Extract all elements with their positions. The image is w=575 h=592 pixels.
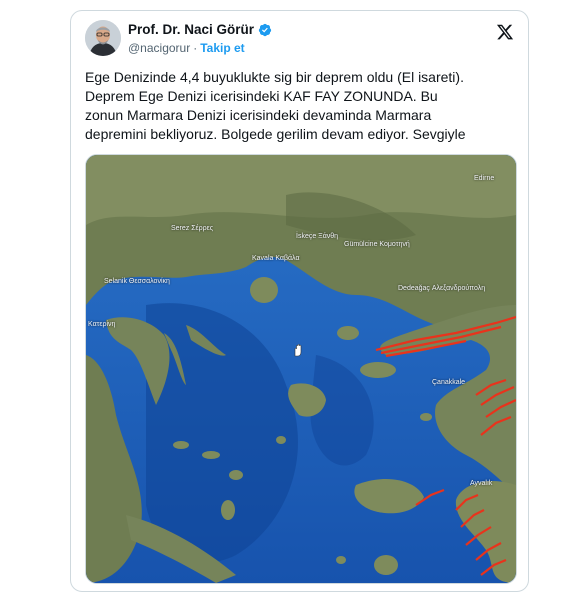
author-handle[interactable]: @nacigorur — [128, 41, 190, 55]
aegean-map — [86, 155, 516, 583]
avatar[interactable] — [85, 20, 121, 56]
map-label-serez: Serez Σέρρες — [171, 225, 214, 232]
map-label-canakkale: Çanakkale — [432, 379, 466, 386]
tweet-text: Ege Denizinde 4,4 buyuklukte sig bir dep… — [85, 69, 466, 142]
tweet-card: Prof. Dr. Naci Görür @nacigorur · Takip … — [70, 10, 529, 592]
map-label-selanik: Selanik Θεσσαλονίκη — [104, 278, 170, 285]
tweet-media-map[interactable]: Edirne Serez Σέρρες İskeçe Ξάνθη Gümülci… — [85, 154, 517, 584]
avatar-photo — [85, 20, 121, 56]
map-label-iskece: İskeçe Ξάνθη — [296, 233, 339, 240]
author-row: Prof. Dr. Naci Görür — [128, 22, 272, 37]
handle-row: @nacigorur · Takip et — [128, 41, 245, 55]
map-label-kavala: Kavala Καβάλα — [252, 255, 300, 262]
hand-icon — [294, 343, 302, 357]
map-label-edirne: Edirne — [474, 175, 495, 182]
map-label-katerini: Κατερίνη — [88, 321, 116, 328]
follow-button[interactable]: Takip et — [200, 41, 244, 55]
map-label-gumulcine: Gümülcine Κομοτηνή — [344, 241, 410, 248]
map-label-dedeagac: Dedeağaç Αλεξανδρούπολη — [398, 285, 486, 292]
x-logo-icon[interactable] — [496, 23, 514, 41]
map-label-ayvalik: Ayvalık — [470, 480, 493, 487]
separator-dot: · — [193, 41, 198, 55]
author-name[interactable]: Prof. Dr. Naci Görür — [128, 22, 254, 37]
verified-badge-icon — [258, 23, 272, 36]
